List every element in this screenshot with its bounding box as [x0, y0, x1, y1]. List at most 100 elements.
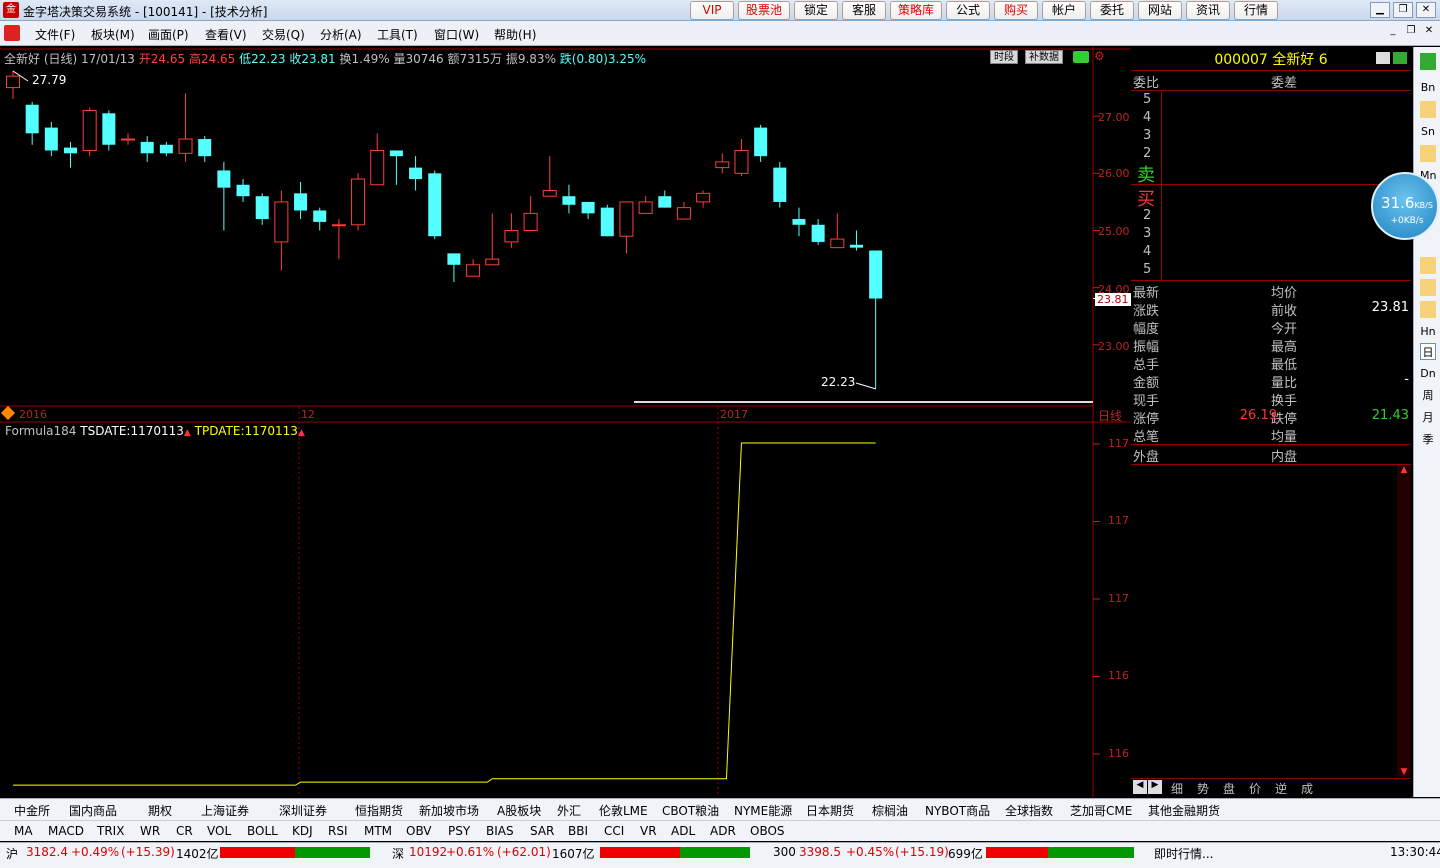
- tab-obos[interactable]: OBOS: [750, 824, 785, 838]
- candle-body-down: [658, 196, 672, 208]
- tab-rsi[interactable]: RSI: [328, 824, 348, 838]
- candle-body-up: [676, 207, 691, 220]
- tab-forex[interactable]: 外汇: [557, 802, 581, 819]
- tab-obv[interactable]: OBV: [406, 824, 432, 838]
- side-tool-day[interactable]: 日: [1420, 343, 1436, 360]
- tab-cffex[interactable]: 中金所: [14, 802, 50, 819]
- side-icon[interactable]: [1420, 145, 1436, 162]
- tab-cci[interactable]: CCI: [604, 824, 624, 838]
- order-button[interactable]: 委托: [1090, 1, 1135, 20]
- menu-sector[interactable]: 板块(M): [91, 26, 135, 43]
- account-button[interactable]: 帐户: [1042, 1, 1087, 20]
- vip-button[interactable]: VIP: [690, 1, 734, 20]
- market-button[interactable]: 行情: [1234, 1, 1279, 20]
- side-tool-bn[interactable]: Bn: [1420, 79, 1436, 96]
- side-tool-sn[interactable]: Sn: [1420, 123, 1436, 140]
- side-tool-dn[interactable]: Dn: [1420, 365, 1436, 382]
- service-button[interactable]: 客服: [842, 1, 887, 20]
- switch-icon[interactable]: [1393, 52, 1407, 64]
- candle-body-up: [542, 189, 557, 197]
- network-speed-widget[interactable]: 31.6KB/S +0KB/s: [1371, 172, 1439, 240]
- website-button[interactable]: 网站: [1138, 1, 1183, 20]
- menu-window[interactable]: 窗口(W): [434, 26, 479, 43]
- tab-book[interactable]: 盘: [1223, 780, 1235, 797]
- tab-detail[interactable]: 细: [1171, 780, 1183, 797]
- strategy-button[interactable]: 策略库: [890, 1, 943, 20]
- menu-tools[interactable]: 工具(T): [377, 26, 418, 43]
- tab-japan-futures[interactable]: 日本期货: [806, 802, 854, 819]
- menu-analysis[interactable]: 分析(A): [320, 26, 362, 43]
- tab-global-index[interactable]: 全球指数: [1005, 802, 1053, 819]
- tab-macd[interactable]: MACD: [48, 824, 84, 838]
- tab-cr[interactable]: CR: [176, 824, 193, 838]
- lock-button[interactable]: 锁定: [794, 1, 839, 20]
- side-tool-hn[interactable]: Hn: [1420, 323, 1436, 340]
- tab-palm-oil[interactable]: 棕榈油: [872, 802, 908, 819]
- period-marker: 日线: [1098, 409, 1123, 423]
- chart-area[interactable]: 全新好 (日线) 17/01/13 开24.65 高24.65 低22.23 收…: [0, 47, 1131, 797]
- side-tool-month[interactable]: 月: [1420, 409, 1436, 426]
- tab-vr[interactable]: VR: [640, 824, 657, 838]
- tab-shanghai[interactable]: 上海证券: [201, 802, 249, 819]
- tab-other-futures[interactable]: 其他金融期货: [1148, 802, 1220, 819]
- tab-boll[interactable]: BOLL: [247, 824, 278, 838]
- tab-nyme[interactable]: NYME能源: [734, 802, 792, 819]
- tab-trend[interactable]: 势: [1197, 780, 1209, 797]
- tab-trades[interactable]: 成: [1301, 780, 1313, 797]
- side-icon[interactable]: [1420, 279, 1436, 296]
- mdi-restore-icon[interactable]: ❐: [1404, 25, 1418, 38]
- tab-kdj[interactable]: KDJ: [292, 824, 313, 838]
- tab-domestic-commodity[interactable]: 国内商品: [69, 802, 117, 819]
- realtime-quote[interactable]: 即时行情...: [1154, 845, 1213, 862]
- formula-button[interactable]: 公式: [946, 1, 991, 20]
- tab-wr[interactable]: WR: [140, 824, 160, 838]
- menu-file[interactable]: 文件(F): [35, 26, 75, 43]
- tab-singapore[interactable]: 新加坡市场: [419, 802, 479, 819]
- tab-hsi-futures[interactable]: 恒指期货: [355, 802, 403, 819]
- menu-trade[interactable]: 交易(Q): [262, 26, 305, 43]
- mdi-minimize-icon[interactable]: _: [1386, 25, 1400, 38]
- expand-icon[interactable]: [1376, 52, 1390, 64]
- tab-shenzhen[interactable]: 深圳证券: [279, 802, 327, 819]
- tab-reverse[interactable]: 逆: [1275, 780, 1287, 797]
- restore-icon[interactable]: ❐: [1393, 2, 1413, 18]
- tab-trix[interactable]: TRIX: [97, 824, 124, 838]
- tab-a-share-sector[interactable]: A股板块: [497, 802, 541, 819]
- side-tool-week[interactable]: 周: [1420, 387, 1436, 404]
- mdi-close-icon[interactable]: ✕: [1422, 25, 1436, 38]
- minimize-icon[interactable]: ▁: [1370, 2, 1390, 18]
- side-icon[interactable]: [1420, 301, 1436, 318]
- tab-mtm[interactable]: MTM: [364, 824, 392, 838]
- tab-ma[interactable]: MA: [14, 824, 33, 838]
- tab-adl[interactable]: ADL: [671, 824, 695, 838]
- tab-price[interactable]: 价: [1249, 780, 1261, 797]
- side-icon[interactable]: [1420, 257, 1436, 274]
- tab-bbi[interactable]: BBI: [568, 824, 588, 838]
- menu-help[interactable]: 帮助(H): [494, 26, 536, 43]
- i300-change: (+15.19): [895, 845, 949, 859]
- tab-sar[interactable]: SAR: [530, 824, 554, 838]
- buy-button[interactable]: 购买: [994, 1, 1039, 20]
- next-page-icon[interactable]: ▶: [1148, 780, 1162, 794]
- tab-bias[interactable]: BIAS: [486, 824, 514, 838]
- side-icon[interactable]: [1420, 53, 1436, 70]
- candle-body-up: [178, 138, 193, 154]
- news-button[interactable]: 资讯: [1186, 1, 1231, 20]
- sz-change: (+62.01): [497, 845, 551, 859]
- menu-screen[interactable]: 画面(P): [148, 26, 189, 43]
- menu-view[interactable]: 查看(V): [205, 26, 247, 43]
- close-icon[interactable]: ✕: [1416, 2, 1436, 18]
- tab-vol[interactable]: VOL: [207, 824, 231, 838]
- side-icon[interactable]: [1420, 101, 1436, 118]
- side-tool-season[interactable]: 季: [1420, 431, 1436, 448]
- tab-adr[interactable]: ADR: [710, 824, 736, 838]
- tick-scrollbar[interactable]: ▲ ▼: [1397, 465, 1411, 777]
- tab-cme[interactable]: 芝加哥CME: [1070, 802, 1132, 819]
- tab-options[interactable]: 期权: [148, 802, 172, 819]
- tab-psy[interactable]: PSY: [448, 824, 470, 838]
- tab-lme[interactable]: 伦敦LME: [599, 802, 648, 819]
- tab-cbot[interactable]: CBOT粮油: [662, 802, 719, 819]
- stock-pool-button[interactable]: 股票池: [738, 1, 791, 20]
- prev-page-icon[interactable]: ◀: [1133, 780, 1147, 794]
- tab-nybot[interactable]: NYBOT商品: [925, 802, 990, 819]
